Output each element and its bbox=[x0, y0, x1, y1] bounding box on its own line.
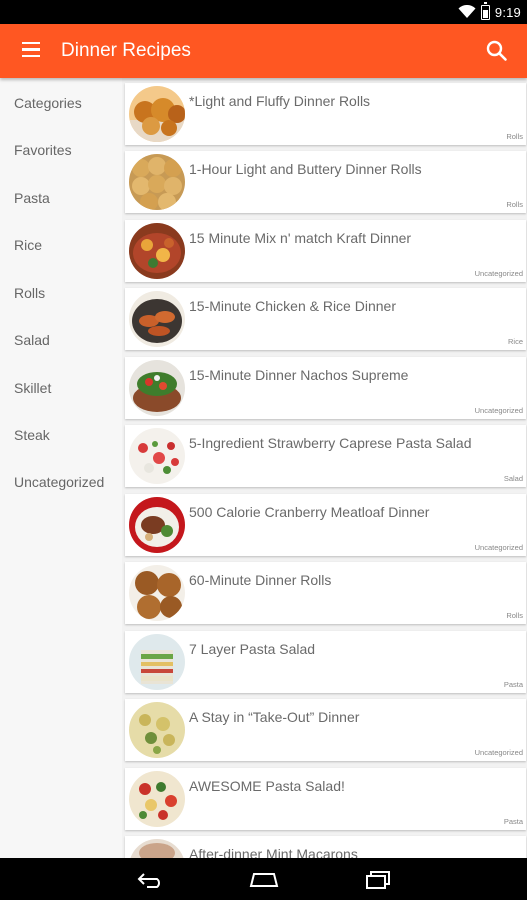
status-bar: 9:19 bbox=[0, 0, 527, 24]
recipe-title: 5-Ingredient Strawberry Caprese Pasta Sa… bbox=[189, 435, 472, 451]
recipe-card[interactable]: 15-Minute Chicken & Rice Dinner Rice bbox=[125, 288, 526, 350]
sidebar-item-uncategorized[interactable]: Uncategorized bbox=[14, 474, 104, 490]
recipe-category: Rolls bbox=[506, 132, 523, 141]
sidebar-item-pasta[interactable]: Pasta bbox=[14, 190, 50, 206]
recipe-photo bbox=[129, 702, 185, 758]
recipe-card[interactable]: 5-Ingredient Strawberry Caprese Pasta Sa… bbox=[125, 425, 526, 487]
recipe-category: Uncategorized bbox=[474, 748, 523, 757]
recipe-card[interactable]: 7 Layer Pasta Salad Pasta bbox=[125, 631, 526, 693]
sidebar-item-rice[interactable]: Rice bbox=[14, 237, 42, 253]
recipe-category: Pasta bbox=[503, 817, 523, 826]
recipe-photo bbox=[129, 428, 185, 484]
recipe-title: A Stay in “Take-Out” Dinner bbox=[189, 709, 360, 725]
recipe-title: 7 Layer Pasta Salad bbox=[189, 641, 316, 657]
recipe-category: Uncategorized bbox=[474, 269, 523, 278]
recipe-title: 500 Calorie Cranberry Meatloaf Dinner bbox=[189, 504, 430, 520]
hamburger-menu-icon[interactable] bbox=[22, 42, 42, 60]
recipe-photo bbox=[129, 634, 185, 690]
sidebar-item-steak[interactable]: Steak bbox=[14, 427, 50, 443]
recipe-card[interactable]: 500 Calorie Cranberry Meatloaf Dinner Un… bbox=[125, 494, 526, 556]
recipe-category: Salad bbox=[503, 474, 523, 483]
recipe-card[interactable]: 60-Minute Dinner Rolls Rolls bbox=[125, 562, 526, 624]
recipe-category: Rolls bbox=[506, 611, 523, 620]
recipe-title: 60-Minute Dinner Rolls bbox=[189, 572, 332, 588]
back-icon[interactable] bbox=[135, 867, 167, 891]
recipe-photo bbox=[129, 86, 185, 142]
recipe-category: Uncategorized bbox=[474, 406, 523, 415]
recipe-card[interactable]: A Stay in “Take-Out” Dinner Uncategorize… bbox=[125, 699, 526, 761]
recipe-category: Uncategorized bbox=[474, 543, 523, 552]
recipe-photo bbox=[129, 154, 185, 210]
wifi-icon bbox=[458, 5, 476, 19]
recipe-title: 15-Minute Chicken & Rice Dinner bbox=[189, 298, 396, 314]
system-nav-bar bbox=[0, 858, 527, 900]
recents-icon[interactable] bbox=[362, 867, 394, 891]
sidebar-item-skillet[interactable]: Skillet bbox=[14, 380, 51, 396]
battery-icon bbox=[480, 2, 490, 20]
recipe-photo bbox=[129, 839, 185, 858]
recipe-photo bbox=[129, 223, 185, 279]
sidebar-item-salad[interactable]: Salad bbox=[14, 332, 50, 348]
recipe-card[interactable]: AWESOME Pasta Salad! Pasta bbox=[125, 768, 526, 830]
recipe-title: 1-Hour Light and Buttery Dinner Rolls bbox=[189, 161, 422, 177]
sidebar-item-favorites[interactable]: Favorites bbox=[14, 142, 72, 158]
recipe-title: After-dinner Mint Macarons bbox=[189, 846, 358, 858]
recipe-card[interactable]: After-dinner Mint Macarons bbox=[125, 836, 526, 858]
recipe-photo bbox=[129, 360, 185, 416]
sidebar-item-rolls[interactable]: Rolls bbox=[14, 285, 45, 301]
recipe-category: Pasta bbox=[503, 680, 523, 689]
recipe-title: 15 Minute Mix n' match Kraft Dinner bbox=[189, 230, 412, 246]
home-icon[interactable] bbox=[248, 867, 280, 891]
recipe-category: Rolls bbox=[506, 200, 523, 209]
app-bar: Dinner Recipes bbox=[0, 24, 527, 78]
recipe-photo bbox=[129, 771, 185, 827]
sidebar-item-categories[interactable]: Categories bbox=[14, 95, 82, 111]
recipe-category: Rice bbox=[507, 337, 523, 346]
app-title: Dinner Recipes bbox=[61, 40, 191, 61]
recipe-card[interactable]: 15 Minute Mix n' match Kraft Dinner Unca… bbox=[125, 220, 526, 282]
recipe-card[interactable]: 15-Minute Dinner Nachos Supreme Uncatego… bbox=[125, 357, 526, 419]
recipe-photo bbox=[129, 291, 185, 347]
recipe-list: *Light and Fluffy Dinner Rolls Rolls 1-H… bbox=[122, 78, 527, 858]
recipe-photo bbox=[129, 565, 185, 621]
recipe-title: *Light and Fluffy Dinner Rolls bbox=[189, 93, 371, 109]
search-icon[interactable] bbox=[484, 38, 510, 64]
recipe-card[interactable]: *Light and Fluffy Dinner Rolls Rolls bbox=[125, 83, 526, 145]
recipe-card[interactable]: 1-Hour Light and Buttery Dinner Rolls Ro… bbox=[125, 151, 526, 213]
status-time: 9:19 bbox=[494, 4, 521, 20]
recipe-title: 15-Minute Dinner Nachos Supreme bbox=[189, 367, 409, 383]
recipe-photo bbox=[129, 497, 185, 553]
recipe-title: AWESOME Pasta Salad! bbox=[189, 778, 345, 794]
category-sidebar: Categories Favorites Pasta Rice Rolls Sa… bbox=[0, 78, 122, 858]
